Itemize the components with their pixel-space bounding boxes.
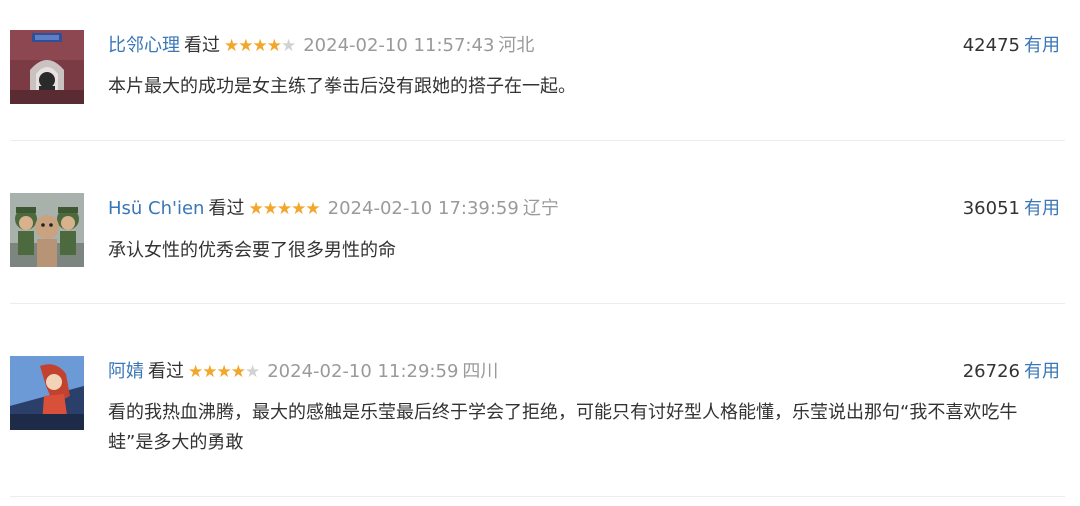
username-link[interactable]: 比邻心理 [108, 35, 180, 56]
cartoon-characters-icon [10, 193, 84, 267]
vote-area: 42475 有用 [963, 33, 1060, 59]
useful-button[interactable]: 有用 [1024, 198, 1060, 219]
comment-meta: Hsü Ch'ien 看过 ★★★★★ 2024-02-10 17:39:59 辽宁 [108, 196, 559, 222]
avatar[interactable] [10, 356, 84, 430]
star-empty-icon: ★ [280, 36, 296, 56]
divider [10, 140, 1065, 141]
comment-location: 河北 [498, 35, 535, 56]
profile-photo-icon [10, 30, 84, 104]
avatar[interactable] [10, 193, 84, 267]
comment-text: 承认女性的优秀会要了很多男性的命 [108, 240, 396, 261]
vote-count: 42475 [962, 35, 1020, 56]
comment-meta: 比邻心理 看过 ★★★★★ 2024-02-10 11:57:43 河北 [108, 33, 534, 59]
anime-girl-icon [10, 356, 84, 430]
star-icon: ★★★★ [224, 36, 282, 56]
vote-count: 26726 [962, 361, 1020, 382]
watch-status: 看过 [184, 35, 220, 56]
vote-area: 36051 有用 [963, 196, 1060, 222]
comment-location: 四川 [462, 361, 499, 382]
username-link[interactable]: 阿婧 [108, 361, 144, 382]
star-empty-icon: ★ [244, 362, 260, 382]
comment-location: 辽宁 [522, 198, 559, 219]
useful-button[interactable]: 有用 [1024, 35, 1060, 56]
star-rating: ★★★★★ [248, 199, 320, 219]
star-rating: ★★★★★ [224, 36, 296, 56]
watch-status: 看过 [208, 198, 245, 219]
star-rating: ★★★★★ [188, 362, 260, 382]
star-icon: ★★★★★ [248, 199, 320, 219]
avatar[interactable] [10, 30, 84, 104]
vote-area: 26726 有用 [963, 359, 1060, 385]
comment-time: 2024-02-10 11:29:59 [267, 361, 459, 382]
comment-text: 本片最大的成功是女主练了拳击后没有跟她的搭子在一起。 [108, 76, 576, 97]
comment-text: 看的我热血沸腾，最大的感触是乐莹最后终于学会了拒绝，可能只有讨好型人格能懂，乐莹… [108, 402, 1018, 453]
divider [10, 496, 1065, 497]
divider [10, 303, 1065, 304]
comment-time: 2024-02-10 11:57:43 [303, 35, 495, 56]
useful-button[interactable]: 有用 [1024, 361, 1060, 382]
watch-status: 看过 [148, 361, 184, 382]
comment-meta: 阿婧 看过 ★★★★★ 2024-02-10 11:29:59 四川 [108, 359, 498, 385]
star-icon: ★★★★ [188, 362, 246, 382]
vote-count: 36051 [962, 198, 1020, 219]
comment-time: 2024-02-10 17:39:59 [327, 198, 519, 219]
username-link[interactable]: Hsü Ch'ien [108, 198, 204, 219]
